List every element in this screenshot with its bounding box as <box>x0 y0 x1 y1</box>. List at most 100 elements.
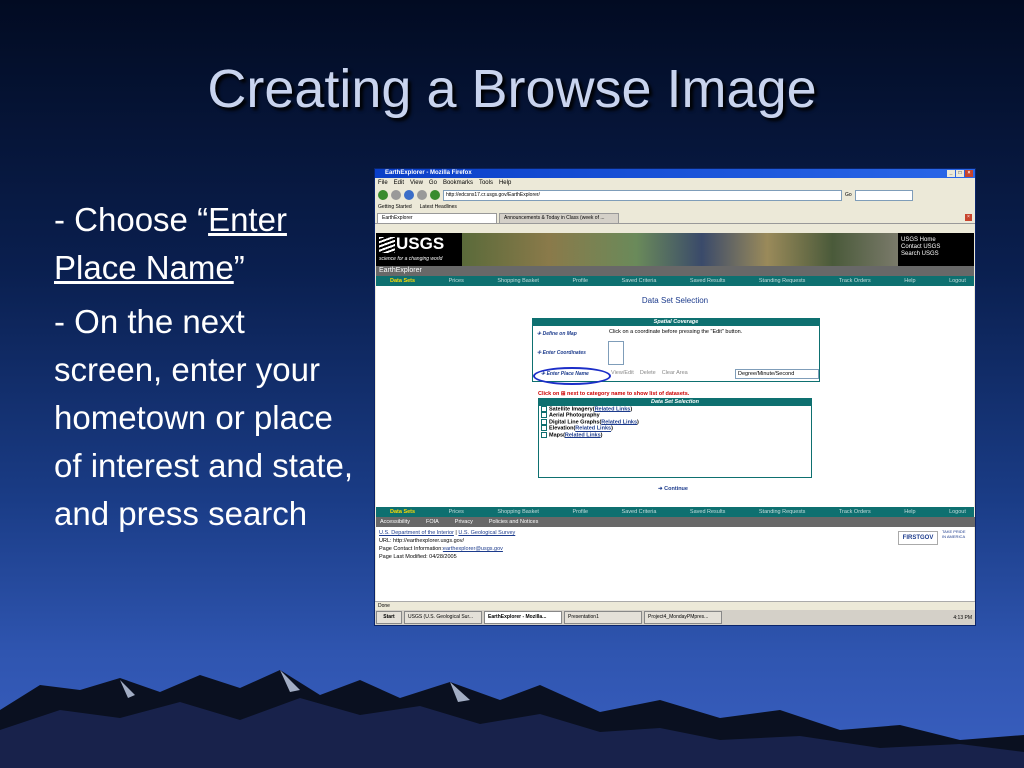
maximize-button[interactable]: □ <box>956 170 964 177</box>
footer-info: U.S. Department of the Interior | U.S. G… <box>379 529 515 561</box>
expand-icon[interactable] <box>541 431 547 438</box>
nav-prices[interactable]: Prices <box>449 278 464 284</box>
reload-icon[interactable] <box>404 190 414 200</box>
related-links-link[interactable]: Related Links <box>565 432 601 438</box>
bullet-enter-hometown: - On the next screen, enter your hometow… <box>54 303 354 532</box>
menu-edit[interactable]: Edit <box>394 178 404 188</box>
taskbar-item-usgs[interactable]: USGS (U.S. Geological Sur... <box>404 611 482 624</box>
search-input[interactable] <box>854 189 913 201</box>
nav-profile[interactable]: Profile <box>572 509 588 515</box>
spatial-help-text: Click on a coordinate before pressing th… <box>609 329 743 335</box>
footer-modified: Page Last Modified: 04/28/2005 <box>379 554 457 560</box>
usgs-logo[interactable]: USGS science for a changing world <box>376 233 462 266</box>
nav-help[interactable]: Help <box>904 278 915 284</box>
dataset-selection-panel: Data Set Selection Satellite Imagery(Rel… <box>538 398 812 478</box>
related-links-link[interactable]: Related Links <box>575 426 611 432</box>
forward-icon[interactable] <box>391 190 401 200</box>
taskbar-item-project4[interactable]: Project4_MondayPMpres... <box>644 611 722 624</box>
define-on-map-label: Define on Map <box>542 331 577 337</box>
footer-foia[interactable]: FOIA <box>426 517 439 527</box>
address-bar[interactable]: http://edcsns17.cr.usgs.gov/EarthExplore… <box>443 189 842 201</box>
nav-saved-results[interactable]: Saved Results <box>690 509 725 515</box>
satellite-image-banner <box>462 233 898 266</box>
web-page: USGS science for a changing world USGS H… <box>376 233 975 607</box>
menu-bar: File Edit View Go Bookmarks Tools Help <box>375 178 975 188</box>
nav-shopping-basket[interactable]: Shopping Basket <box>497 278 539 284</box>
link-contact-usgs[interactable]: Contact USGS <box>901 244 971 251</box>
nav-saved-criteria[interactable]: Saved Criteria <box>622 509 657 515</box>
minimize-button[interactable]: _ <box>947 170 955 177</box>
window-title: EarthExplorer - Mozilla Firefox <box>385 170 472 176</box>
slide-title: Creating a Browse Image <box>207 59 817 119</box>
define-on-map-button[interactable]: ✈ Define on Map <box>537 331 577 337</box>
nav-standing-requests[interactable]: Standing Requests <box>759 509 805 515</box>
menu-file[interactable]: File <box>378 178 388 188</box>
menu-view[interactable]: View <box>410 178 423 188</box>
back-icon[interactable] <box>378 190 388 200</box>
nav-data-sets[interactable]: Data Sets <box>390 278 415 284</box>
nav-logout[interactable]: Logout <box>949 278 966 284</box>
footer-accessibility[interactable]: Accessibility <box>380 517 410 527</box>
go-button[interactable]: Go <box>845 192 852 198</box>
spatial-coverage-panel: Spatial Coverage ✈ Define on Map ✛ Enter… <box>532 318 820 385</box>
taskbar-item-earthexplorer[interactable]: EarthExplorer - Mozilla... <box>484 611 562 624</box>
nav-shopping-basket[interactable]: Shopping Basket <box>497 509 539 515</box>
stop-icon[interactable] <box>417 190 427 200</box>
continue-button[interactable]: ➜ Continue <box>658 486 688 492</box>
link-usgs-home[interactable]: USGS Home <box>901 237 971 244</box>
coordinate-list[interactable] <box>608 341 624 365</box>
menu-go[interactable]: Go <box>429 178 437 188</box>
close-tab-icon[interactable]: × <box>965 214 972 221</box>
nav-saved-results[interactable]: Saved Results <box>690 278 725 284</box>
expand-icon[interactable] <box>541 412 547 419</box>
link-search-usgs[interactable]: Search USGS <box>901 251 971 258</box>
nav-data-sets[interactable]: Data Sets <box>390 509 415 515</box>
firstgov-logo[interactable]: FIRSTGOV <box>898 531 938 545</box>
navigation-toolbar: http://edcsns17.cr.usgs.gov/EarthExplore… <box>375 188 975 202</box>
dataset-selection-header: Data Set Selection <box>539 399 811 406</box>
footer-contact-email[interactable]: earthexplorer@usgs.gov <box>443 546 503 552</box>
expand-icon[interactable] <box>541 425 547 432</box>
enter-coordinates-button[interactable]: ✛ Enter Coordinates <box>537 350 586 356</box>
nav-track-orders[interactable]: Track Orders <box>839 509 871 515</box>
nav-profile[interactable]: Profile <box>572 278 588 284</box>
view-edit-button[interactable]: View/Edit <box>611 370 634 376</box>
clear-area-button[interactable]: Clear Area <box>662 370 688 376</box>
dataset-name: Elevation <box>549 425 574 432</box>
footer-survey-link[interactable]: U.S. Geological Survey <box>458 530 515 536</box>
nav-logout[interactable]: Logout <box>949 509 966 515</box>
usgs-banner: USGS science for a changing world USGS H… <box>376 233 974 266</box>
bookmark-latest-headlines[interactable]: Latest Headlines <box>420 202 457 212</box>
footer-dept-link[interactable]: U.S. Department of the Interior <box>379 530 454 536</box>
tab-earthexplorer[interactable]: EarthExplorer <box>377 213 497 223</box>
bullet1-suffix: ” <box>233 249 245 286</box>
menu-bookmarks[interactable]: Bookmarks <box>443 178 473 188</box>
expand-icon[interactable] <box>541 406 547 412</box>
usgs-logo-text: USGS <box>396 234 445 253</box>
footer-privacy[interactable]: Privacy <box>455 517 473 527</box>
related-links-link[interactable]: Related Links <box>595 406 631 412</box>
close-button[interactable]: × <box>965 170 973 177</box>
nav-help[interactable]: Help <box>904 509 915 515</box>
dataset-instructions: Click on ⊞ next to category name to show… <box>538 391 690 397</box>
take-pride-logo[interactable]: TAKE PRIDE IN AMERICA <box>942 529 970 539</box>
expand-icon[interactable] <box>541 418 547 425</box>
bullet1-prefix: - Choose “ <box>54 201 209 238</box>
nav-standing-requests[interactable]: Standing Requests <box>759 278 805 284</box>
bookmark-getting-started[interactable]: Getting Started <box>378 202 412 212</box>
footer-policies[interactable]: Policies and Notices <box>489 517 539 527</box>
menu-tools[interactable]: Tools <box>479 178 493 188</box>
home-icon[interactable] <box>430 190 440 200</box>
tab-announcements[interactable]: Announcements & Today in Class (week of … <box>499 213 619 223</box>
nav-saved-criteria[interactable]: Saved Criteria <box>622 278 657 284</box>
app-name-bar: EarthExplorer <box>376 266 974 276</box>
coordinate-format-select[interactable]: Degree/Minute/Second <box>735 369 819 379</box>
start-button[interactable]: Start <box>376 611 402 624</box>
menu-help[interactable]: Help <box>499 178 511 188</box>
delete-button[interactable]: Delete <box>640 370 656 376</box>
dataset-maps[interactable]: Maps(Related Links) <box>539 431 811 438</box>
nav-track-orders[interactable]: Track Orders <box>839 278 871 284</box>
taskbar-item-presentation[interactable]: Presentation1 <box>564 611 642 624</box>
browser-window-screenshot: EarthExplorer - Mozilla Firefox _ □ × Fi… <box>374 168 976 626</box>
nav-prices[interactable]: Prices <box>449 509 464 515</box>
